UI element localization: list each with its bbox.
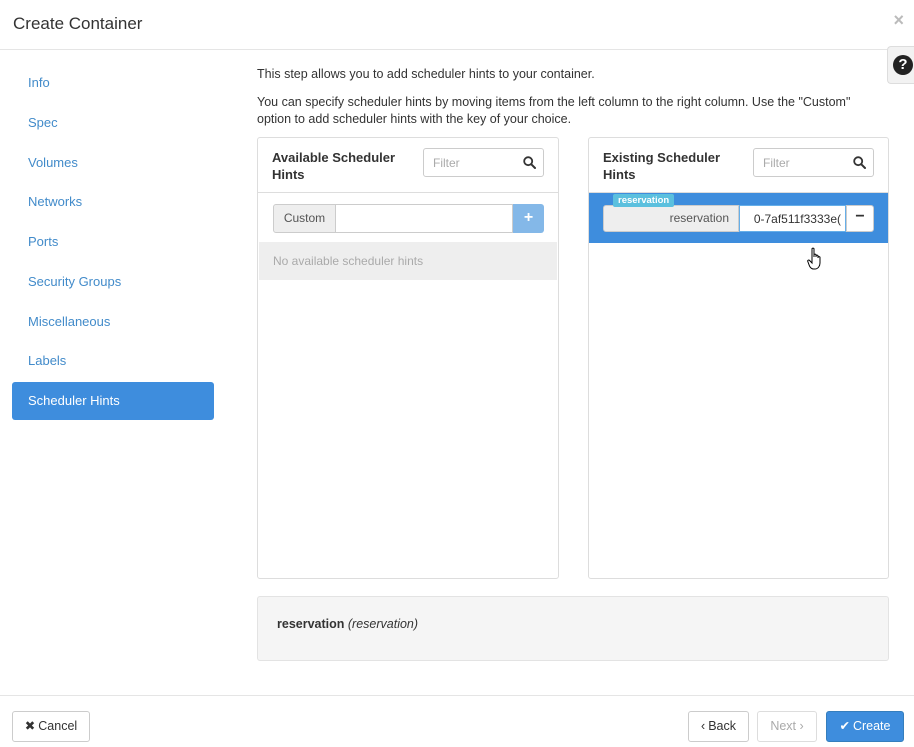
- wizard-nav: Info Spec Volumes Networks Ports Securit…: [12, 64, 214, 422]
- modal-title: Create Container: [13, 14, 143, 33]
- available-hints-title: Available Scheduler Hints: [272, 150, 396, 182]
- hint-key-label: reservation: [603, 205, 739, 232]
- close-icon[interactable]: ×: [893, 10, 904, 31]
- existing-hint-row[interactable]: reservation reservation −: [589, 193, 888, 243]
- hint-summary: reservation (reservation): [257, 596, 889, 661]
- close-icon: ✖: [24, 719, 36, 733]
- existing-hints-title: Existing Scheduler Hints: [603, 150, 721, 182]
- minus-icon: −: [855, 208, 865, 225]
- question-icon: ?: [893, 55, 913, 75]
- hand-cursor-icon: [807, 247, 821, 270]
- hint-value-input[interactable]: [739, 205, 846, 232]
- hint-badge: reservation: [613, 194, 675, 207]
- available-filter: [423, 148, 544, 177]
- nav-item-labels[interactable]: Labels: [12, 342, 214, 380]
- create-label: Create: [852, 719, 891, 733]
- search-icon[interactable]: [523, 156, 536, 169]
- create-button[interactable]: ✔ Create: [826, 711, 904, 742]
- modal-footer: ✖ Cancel ‹ Back Next › ✔ Create: [0, 695, 914, 747]
- search-icon[interactable]: [853, 156, 866, 169]
- nav-item-scheduler-hints[interactable]: Scheduler Hints: [12, 382, 214, 420]
- cancel-button[interactable]: ✖ Cancel: [12, 711, 90, 742]
- nav-item-volumes[interactable]: Volumes: [12, 144, 214, 182]
- remove-hint-button[interactable]: −: [846, 205, 874, 232]
- plus-icon: +: [523, 209, 534, 226]
- nav-item-spec[interactable]: Spec: [12, 104, 214, 142]
- available-filter-input[interactable]: [424, 149, 520, 176]
- summary-text: reservation (reservation): [277, 617, 418, 631]
- add-custom-hint-button[interactable]: +: [513, 204, 544, 233]
- existing-hints-header: Existing Scheduler Hints: [589, 138, 888, 193]
- back-label: Back: [708, 719, 736, 733]
- help-button[interactable]: ?: [887, 46, 914, 84]
- existing-hints-panel: Existing Scheduler Hints reservation res…: [588, 137, 889, 579]
- nav-item-info[interactable]: Info: [12, 64, 214, 102]
- step-description: This step allows you to add scheduler hi…: [257, 67, 595, 81]
- available-hints-header: Available Scheduler Hints: [258, 138, 558, 193]
- step-instructions: You can specify scheduler hints by movin…: [257, 95, 851, 126]
- no-available-hints-message: No available scheduler hints: [259, 242, 557, 280]
- available-hints-panel: Available Scheduler Hints Custom + No av…: [257, 137, 559, 579]
- custom-hint-row: Custom +: [273, 204, 544, 233]
- modal-header: Create Container ×: [0, 0, 914, 50]
- next-button[interactable]: Next ›: [757, 711, 817, 742]
- existing-filter: [753, 148, 874, 177]
- summary-hint-name: reservation: [277, 617, 345, 631]
- existing-filter-input[interactable]: [754, 149, 850, 176]
- custom-label: Custom: [273, 204, 336, 233]
- nav-item-networks[interactable]: Networks: [12, 183, 214, 221]
- nav-item-security-groups[interactable]: Security Groups: [12, 263, 214, 301]
- cancel-label: Cancel: [38, 719, 78, 733]
- nav-item-miscellaneous[interactable]: Miscellaneous: [12, 303, 214, 341]
- summary-hint-key: (reservation): [347, 617, 419, 631]
- next-label: Next: [770, 719, 797, 733]
- chevron-left-icon: ‹: [701, 719, 706, 733]
- back-button[interactable]: ‹ Back: [688, 711, 749, 742]
- check-icon: ✔: [839, 719, 850, 733]
- nav-item-ports[interactable]: Ports: [12, 223, 214, 261]
- chevron-right-icon: ›: [799, 719, 804, 733]
- custom-hint-input[interactable]: [335, 204, 513, 233]
